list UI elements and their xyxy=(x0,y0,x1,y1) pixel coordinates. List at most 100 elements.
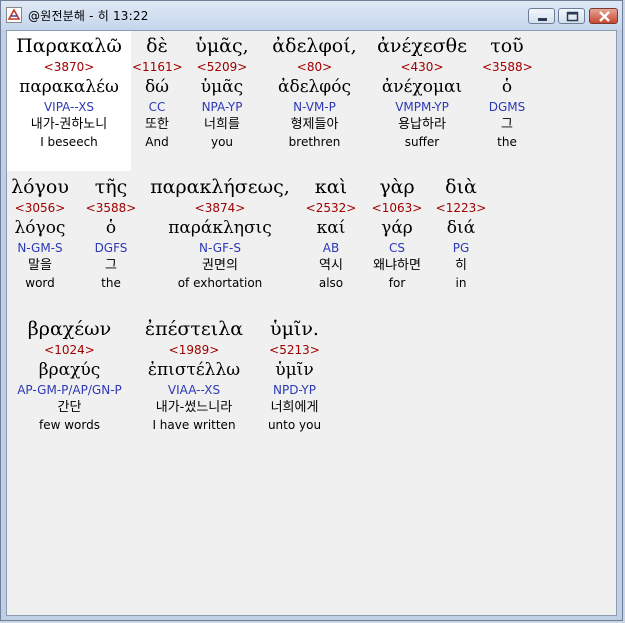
minimize-button[interactable] xyxy=(528,8,555,24)
word-block[interactable]: γὰρ <1063> γάρ CS 왜냐하면 for xyxy=(362,175,432,291)
app-logo-icon[interactable] xyxy=(6,7,22,23)
lemma: ὑμῖν xyxy=(275,360,314,380)
strong-number[interactable]: <3870> xyxy=(9,59,129,75)
lemma: γάρ xyxy=(381,218,413,238)
word-block[interactable]: δὲ <1161> δώ CC 또한 And xyxy=(132,34,183,150)
strong-number[interactable]: <80> xyxy=(262,59,367,75)
strong-number[interactable]: <1024> xyxy=(7,342,132,358)
korean-gloss: 너희에게 xyxy=(270,400,319,415)
english-gloss: you xyxy=(210,135,234,149)
greek-word: ἀδελφοί, xyxy=(272,35,357,57)
word-block[interactable]: καὶ <2532> καί AB 역시 also xyxy=(305,175,357,291)
strong-number[interactable]: <3874> xyxy=(145,200,295,216)
strong-number[interactable]: <1161> xyxy=(132,59,183,75)
lemma: καί xyxy=(316,218,346,238)
korean-gloss: 너희를 xyxy=(204,117,240,132)
minimize-icon xyxy=(538,18,547,21)
close-icon xyxy=(599,11,610,22)
strong-number[interactable]: <430> xyxy=(367,59,477,75)
korean-gloss: 형제들아 xyxy=(290,117,339,132)
maximize-button[interactable] xyxy=(558,8,585,24)
lemma: ἐπιστέλλω xyxy=(147,360,241,380)
word-block[interactable]: τῆς <3588> ὁ DGFS 그 the xyxy=(83,175,139,291)
strong-number[interactable]: <1989> xyxy=(135,342,253,358)
korean-gloss: 또한 xyxy=(145,117,169,132)
strong-number[interactable]: <5209> xyxy=(187,59,257,75)
lemma: δώ xyxy=(144,77,170,97)
korean-gloss: 권면의 xyxy=(202,258,238,273)
lemma: ὁ xyxy=(105,218,117,238)
greek-word: δὲ xyxy=(146,35,168,57)
english-gloss: I beseech xyxy=(40,135,98,149)
lemma: ὁ xyxy=(501,77,513,97)
parsing-view: Παρακαλῶ <3870> παρακαλέω VIPA--XS 내가-권하… xyxy=(6,30,617,616)
word-block[interactable]: τοῦ <3588> ὁ DGMS 그 the xyxy=(482,34,533,150)
greek-word: διὰ xyxy=(445,176,477,198)
lemma: ὑμᾶς xyxy=(200,77,244,97)
word-block[interactable]: ἐπέστειλα <1989> ἐπιστέλλω VIAA--XS 내가-썼… xyxy=(135,317,253,433)
strong-number[interactable]: <5213> xyxy=(257,342,332,358)
english-gloss: the xyxy=(497,135,517,149)
korean-gloss: 말을 xyxy=(28,258,52,273)
parsing-code: VIAA--XS xyxy=(167,383,221,397)
lemma: ἀνέχομαι xyxy=(381,77,463,97)
lemma: διά xyxy=(446,218,476,238)
english-gloss: suffer xyxy=(404,135,440,149)
korean-gloss: 내가-권하노니 xyxy=(30,117,108,132)
strong-number[interactable]: <3056> xyxy=(7,200,73,216)
parsing-code: DGMS xyxy=(488,100,526,114)
parsing-code: VIPA--XS xyxy=(43,100,95,114)
greek-word: ἀνέχεσθε xyxy=(377,35,467,57)
korean-gloss: 용납하라 xyxy=(398,117,446,132)
title-bar[interactable]: @원전분해 - 히 13:22 xyxy=(1,1,622,30)
english-gloss: word xyxy=(25,276,55,290)
english-gloss: I have written xyxy=(152,418,236,432)
parsing-code: CS xyxy=(389,241,405,255)
word-block[interactable]: λόγου <3056> λόγος N-GM-S 말을 word xyxy=(7,175,73,291)
parsing-code: N-GF-S xyxy=(199,241,241,255)
english-gloss: And xyxy=(145,135,169,149)
english-gloss: of exhortation xyxy=(177,276,263,290)
parsing-code: NPA-YP xyxy=(201,100,243,114)
greek-word: τοῦ xyxy=(490,35,524,57)
korean-gloss: 내가-썼느니라 xyxy=(155,400,233,415)
parsing-code: AP-GM-P/AP/GN-P xyxy=(17,383,122,397)
greek-word: λόγου xyxy=(11,176,69,198)
word-block[interactable]: διὰ <1223> διά PG 히 in xyxy=(435,175,487,291)
greek-word: ἐπέστειλα xyxy=(144,318,244,340)
english-gloss: for xyxy=(388,276,406,290)
english-gloss: the xyxy=(101,276,121,290)
korean-gloss: 히 xyxy=(455,258,467,273)
korean-gloss: 그 xyxy=(105,258,117,273)
greek-word: ὑμῖν. xyxy=(270,318,319,340)
lemma: βραχύς xyxy=(38,360,101,380)
word-block[interactable]: ὑμῖν. <5213> ὑμῖν NPD-YP 너희에게 unto you xyxy=(257,317,332,433)
word-block[interactable]: ἀνέχεσθε <430> ἀνέχομαι VMPM-YP 용납하라 suf… xyxy=(367,34,477,150)
korean-gloss: 간단 xyxy=(57,400,82,415)
parsing-code: PG xyxy=(452,241,470,255)
lemma: παράκλησις xyxy=(168,218,272,238)
maximize-icon xyxy=(566,11,579,22)
parsing-code: AB xyxy=(322,241,340,255)
greek-word: καὶ xyxy=(314,176,348,198)
greek-word: παρακλήσεως, xyxy=(150,176,290,198)
strong-number[interactable]: <3588> xyxy=(83,200,139,216)
strong-number[interactable]: <3588> xyxy=(482,59,533,75)
word-block[interactable]: βραχέων <1024> βραχύς AP-GM-P/AP/GN-P 간단… xyxy=(7,317,132,433)
lemma: ἀδελφός xyxy=(278,77,351,97)
strong-number[interactable]: <2532> xyxy=(305,200,357,216)
word-block[interactable]: ὑμᾶς, <5209> ὑμᾶς NPA-YP 너희를 you xyxy=(187,34,257,150)
parsing-code: NPD-YP xyxy=(273,383,316,397)
greek-word: ὑμᾶς, xyxy=(195,35,249,57)
greek-word: Παρακαλῶ xyxy=(16,35,122,57)
strong-number[interactable]: <1223> xyxy=(435,200,487,216)
strong-number[interactable]: <1063> xyxy=(362,200,432,216)
word-block[interactable]: Παρακαλῶ <3870> παρακαλέω VIPA--XS 내가-권하… xyxy=(9,34,129,150)
window-title: @원전분해 - 히 13:22 xyxy=(28,9,149,23)
korean-gloss: 그 xyxy=(501,117,513,132)
close-button[interactable] xyxy=(589,8,618,24)
greek-word: γὰρ xyxy=(379,176,415,198)
word-block[interactable]: παρακλήσεως, <3874> παράκλησις N-GF-S 권면… xyxy=(145,175,295,291)
word-block[interactable]: ἀδελφοί, <80> ἀδελφός N-VM-P 형제들아 brethr… xyxy=(262,34,367,150)
english-gloss: brethren xyxy=(288,135,341,149)
